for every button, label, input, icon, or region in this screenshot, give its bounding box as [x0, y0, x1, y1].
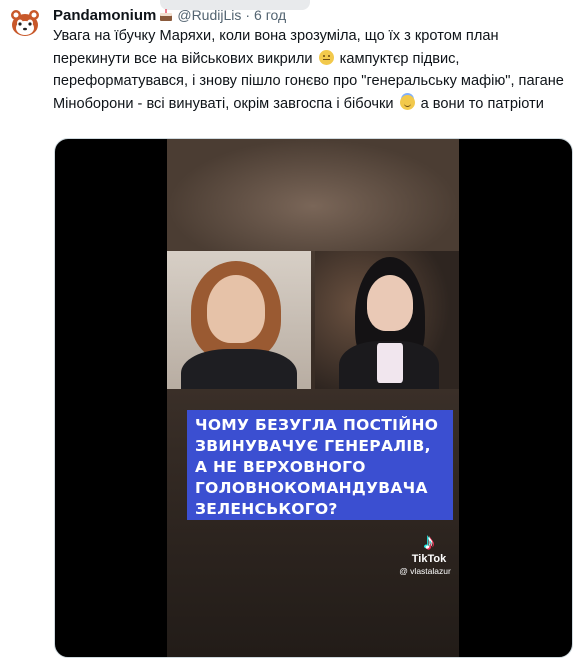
- timestamp[interactable]: 6 год: [254, 7, 286, 23]
- tiktok-icon: ♪: [423, 529, 435, 554]
- caption-line: ЗЕЛЕНСЬКОГО?: [195, 500, 338, 518]
- smiling-halo-icon: [399, 94, 415, 110]
- video-panel-left: [167, 251, 311, 389]
- tiktok-username: @ vlastalazur: [399, 566, 451, 576]
- red-panda-icon: [11, 10, 39, 36]
- tweet-text: Увага на їбучку Маряхи, коли вона зрозум…: [53, 25, 573, 115]
- cake-emoji-icon: [160, 9, 173, 21]
- tiktok-label: TikTok: [411, 553, 447, 565]
- blurred-background: [167, 139, 459, 251]
- caption-line: ЗВИНУВАЧУЄ ГЕНЕРАЛІВ,: [195, 437, 431, 455]
- neutral-face-icon: [318, 49, 334, 65]
- caption-line: ГОЛОВНОКОМАНДУВАЧА: [195, 479, 428, 497]
- tweet-header: Pandamonium @RudijLis · 6 год: [53, 5, 568, 25]
- caption-line: ЧОМУ БЕЗУГЛА ПОСТІЙНО: [195, 416, 439, 434]
- caption-line: А НЕ ВЕРХОВНОГО: [195, 458, 366, 476]
- video-player[interactable]: ЧОМУ БЕЗУГЛА ПОСТІЙНО ЗВИНУВАЧУЄ ГЕНЕРАЛ…: [54, 138, 573, 658]
- tiktok-watermark: ♪ TikTok @ vlastalazur: [399, 531, 459, 577]
- tweet-text-part-3: а вони то патріоти: [420, 95, 544, 112]
- display-name[interactable]: Pandamonium: [53, 7, 156, 24]
- separator-dot: ·: [245, 7, 251, 23]
- user-handle[interactable]: @RudijLis: [177, 7, 241, 23]
- video-caption: ЧОМУ БЕЗУГЛА ПОСТІЙНО ЗВИНУВАЧУЄ ГЕНЕРАЛ…: [187, 410, 453, 520]
- video-frame: ЧОМУ БЕЗУГЛА ПОСТІЙНО ЗВИНУВАЧУЄ ГЕНЕРАЛ…: [167, 139, 459, 657]
- avatar[interactable]: [8, 6, 42, 40]
- video-panel-right: [315, 251, 459, 389]
